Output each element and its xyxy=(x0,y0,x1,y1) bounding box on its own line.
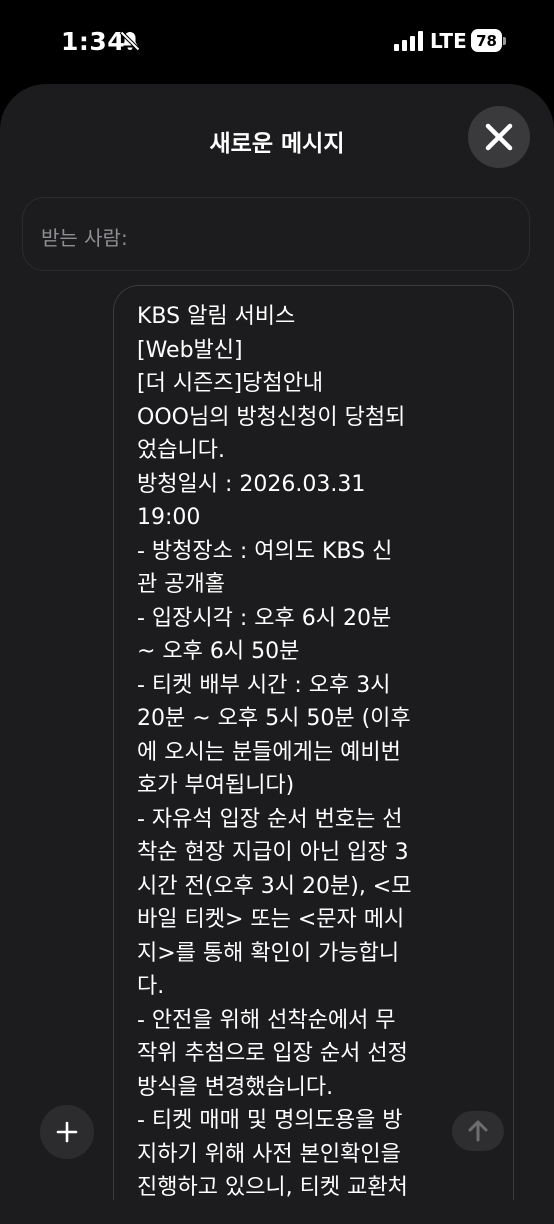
message-line: ~ 오후 6시 50분 xyxy=(137,639,300,664)
arrow-up-icon xyxy=(468,1120,488,1142)
message-line: - 안전을 위해 선착순에서 무 xyxy=(137,1007,396,1033)
message-line: [더 시즌즈]당첨안내 xyxy=(137,371,324,396)
message-line: 에 오시는 분들에게는 예비번 xyxy=(137,739,401,765)
message-body: KBS 알림 서비스 [Web발신] [더 시즌즈]당첨안내 OOO님의 방청신청이 … xyxy=(137,300,437,1200)
add-button[interactable] xyxy=(40,1105,94,1159)
message-line: 19:00 xyxy=(137,505,201,530)
message-line: 방청일시 : 2026.03.31 xyxy=(137,471,366,497)
message-line: 호가 부여됩니다) xyxy=(137,773,295,798)
message-line: 착순 현장 지급이 아닌 입장 3 xyxy=(137,840,409,865)
message-line: 지하기 위해 사전 본인확인을 xyxy=(137,1141,401,1167)
message-line: 지>를 통해 확인이 가능합니 xyxy=(137,940,400,966)
message-line: - 자유석 입장 순서 번호는 선 xyxy=(137,806,403,832)
close-icon xyxy=(485,123,513,151)
message-line: - 입장시각 : 오후 6시 20분 xyxy=(137,605,392,631)
message-line: KBS 알림 서비스 xyxy=(137,304,296,329)
message-line: 진행하고 있으니, 티켓 교환처 xyxy=(137,1175,408,1200)
message-line: [Web발신] xyxy=(137,337,243,363)
message-line: 시간 전(오후 3시 20분), <모 xyxy=(137,873,412,899)
close-button[interactable] xyxy=(468,106,530,168)
message-line: 20분 ~ 오후 5시 50분 (이후 xyxy=(137,706,411,731)
plus-icon xyxy=(56,1121,78,1143)
message-line: - 티켓 배부 시간 : 오후 3시 xyxy=(137,672,391,698)
message-line: - 티켓 매매 및 명의도용을 방 xyxy=(137,1108,403,1133)
message-line: OOO님의 방청신청이 당첨되 xyxy=(137,404,406,430)
message-line: 었습니다. xyxy=(137,438,225,463)
message-line: 방식을 변경했습니다. xyxy=(137,1074,334,1100)
recipient-field[interactable]: 받는 사람: xyxy=(22,197,530,271)
network-label: LTE xyxy=(430,29,467,53)
message-line: 바일 티켓> 또는 <문자 메시 xyxy=(137,907,405,932)
message-line: - 방청장소 : 여의도 KBS 신 xyxy=(137,538,393,564)
battery-level: 78 xyxy=(471,29,502,52)
battery-icon: 78 xyxy=(471,29,507,53)
battery-tip xyxy=(503,37,506,45)
send-button[interactable] xyxy=(452,1111,504,1151)
recipient-label: 받는 사람: xyxy=(41,226,128,250)
message-input[interactable]: KBS 알림 서비스 [Web발신] [더 시즌즈]당첨안내 OOO님의 방청신청이 … xyxy=(113,285,514,1200)
message-line: 작위 추첨으로 입장 순서 선정 xyxy=(137,1041,408,1066)
message-line: 관 공개홀 xyxy=(137,572,225,597)
status-time: 1:34 xyxy=(61,27,126,56)
message-line: 다. xyxy=(137,974,165,999)
bell-muted-icon xyxy=(119,30,141,52)
status-bar: 1:34 LTE 78 xyxy=(0,0,554,84)
signal-icon xyxy=(394,31,423,51)
